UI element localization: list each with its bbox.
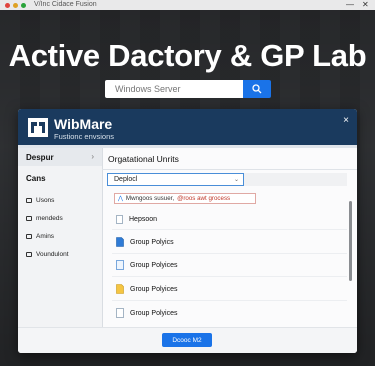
minimize-dot-icon[interactable]	[13, 3, 18, 8]
dialog-window: WibMare Fustionc envsions × Despur › Can…	[18, 109, 357, 353]
suggestion-item[interactable]: ⋀ Mwngoos susuer, @roos awt grocess	[114, 193, 256, 204]
sidebar-item-amins[interactable]: Amins	[26, 230, 96, 242]
row-divider	[112, 300, 347, 301]
brand-subtitle: Fustionc envsions	[54, 132, 115, 141]
divider	[102, 169, 357, 170]
group-policy-icon	[116, 260, 124, 270]
page-headline: Active Dactory & GP Lab	[8, 38, 367, 73]
maximize-dot-icon[interactable]	[21, 3, 26, 8]
search-bar	[105, 80, 271, 98]
item-icon	[26, 215, 32, 221]
dialog-header: WibMare Fustionc envsions ×	[18, 109, 357, 145]
dropdown-value: Deplocl	[114, 176, 138, 183]
row-divider	[112, 253, 347, 254]
search-button[interactable]	[243, 80, 271, 98]
ou-dropdown[interactable]: Deplocl ⌄	[107, 173, 244, 186]
item-icon	[26, 251, 32, 257]
search-input[interactable]	[105, 80, 243, 98]
row-divider	[112, 276, 347, 277]
close-icon[interactable]: ✕	[362, 0, 369, 10]
item-icon	[26, 197, 32, 203]
sidebar-category: Cans	[26, 174, 46, 183]
search-icon	[252, 84, 262, 94]
group-policy-icon	[116, 237, 124, 247]
list-item-label: Group Polyices	[130, 309, 178, 317]
item-icon	[26, 233, 32, 239]
sidebar-header-label: Despur	[26, 153, 54, 162]
list-item[interactable]: Hepsoon	[116, 213, 157, 225]
list-item-label: Group Polyices	[130, 285, 178, 293]
list-item-label: Hepsoon	[129, 215, 158, 223]
sidebar-item-label: Voundulont	[36, 250, 69, 258]
sidebar-item-label: mendeds	[36, 214, 63, 222]
arrow-icon: ⋀	[118, 196, 123, 202]
main-title: Orgatational Unrits	[108, 154, 179, 164]
list-item[interactable]: Group Polyices	[116, 259, 177, 271]
document-icon	[116, 214, 123, 224]
dropdown-filler	[244, 173, 347, 186]
row-divider	[112, 229, 347, 230]
suggestion-text: Mwngoos susuer,	[125, 195, 175, 202]
close-dot-icon[interactable]	[5, 3, 10, 8]
brand-logo-icon	[28, 118, 48, 137]
list-item[interactable]: Group Polyices	[116, 307, 177, 319]
suggestion-text-extra: @roos awt grocess	[177, 195, 231, 202]
brand-name: WibMare	[54, 116, 113, 132]
sidebar-item-label: Usons	[36, 196, 55, 204]
window-title: V/Inc Cidace Fusion	[34, 1, 97, 8]
sidebar: Despur › Cans Usons mendeds Amins Voundu…	[18, 148, 103, 327]
list-item[interactable]: Group Polyices	[116, 283, 177, 295]
list-item-label: Group Polyices	[130, 261, 178, 269]
minimize-icon[interactable]: —	[346, 0, 354, 10]
dialog-close-icon[interactable]: ×	[343, 115, 349, 126]
sidebar-item-voundulont[interactable]: Voundulont	[26, 248, 96, 260]
sidebar-item-usons[interactable]: Usons	[26, 194, 96, 206]
chevron-down-icon: ⌄	[233, 177, 239, 183]
sidebar-header[interactable]: Despur ›	[18, 148, 102, 166]
sidebar-item-mendeds[interactable]: mendeds	[26, 212, 96, 224]
list-item-label: Group Polyics	[130, 238, 174, 246]
confirm-button[interactable]: Dcooc M2	[162, 333, 212, 347]
folder-icon	[116, 284, 124, 294]
chevron-right-icon: ›	[91, 152, 94, 161]
sidebar-item-label: Amins	[36, 232, 55, 240]
window-titlebar: V/Inc Cidace Fusion — ✕	[0, 0, 375, 10]
scrollbar[interactable]	[349, 201, 352, 281]
list-item[interactable]: Group Polyics	[116, 236, 174, 248]
document-icon	[116, 308, 124, 318]
